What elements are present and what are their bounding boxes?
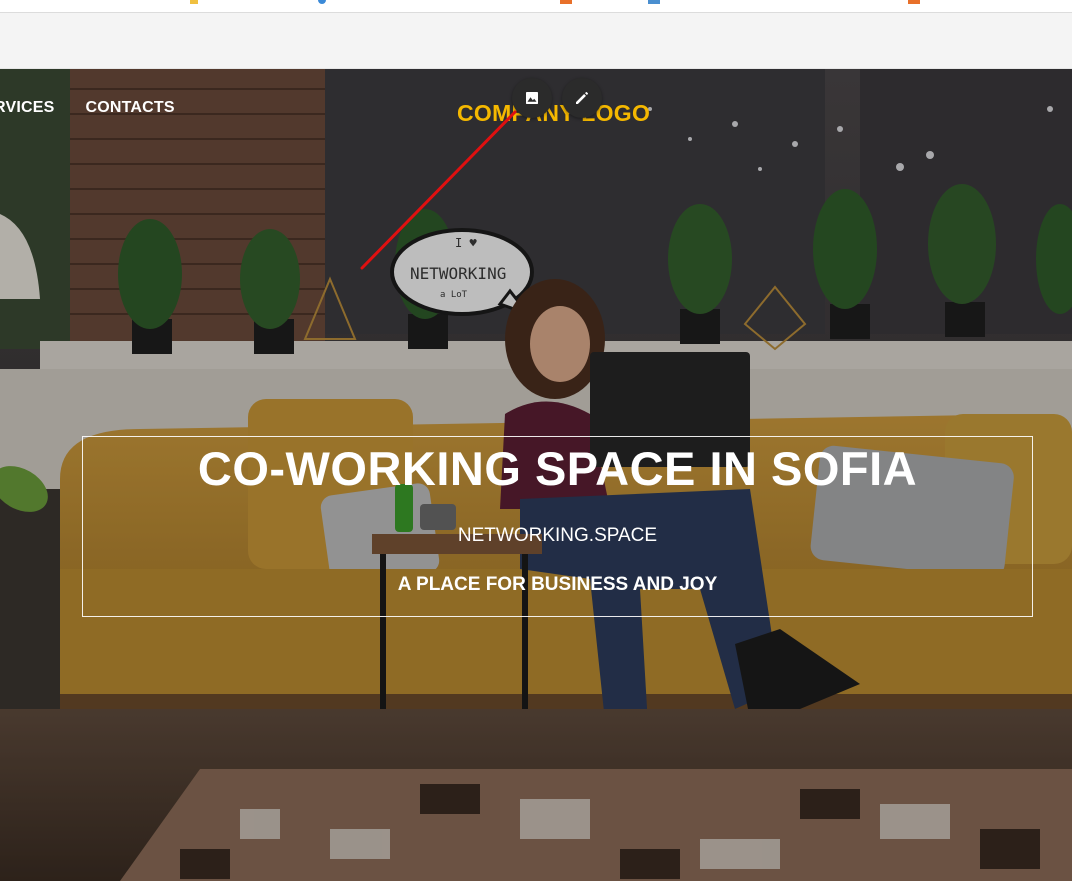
hero-tagline: A PLACE FOR BUSINESS AND JOY <box>397 574 718 595</box>
main-nav: RVICES CONTACTS <box>0 99 175 117</box>
company-logo[interactable]: COMPANY LOGO <box>457 100 650 127</box>
editor-toolbar-band <box>0 13 1072 69</box>
hero-headline: CO-WORKING SPACE IN SOFIA <box>197 442 918 495</box>
tab-icon <box>560 0 572 4</box>
edit-logo-button[interactable] <box>562 78 602 118</box>
browser-top-strip <box>0 0 1072 13</box>
hero-section: I ♥ NETWORKING a LoT RVICES CONTACTS COM… <box>0 69 1072 881</box>
nav-item-contacts[interactable]: CONTACTS <box>85 99 174 117</box>
tab-icon <box>648 0 660 4</box>
image-icon <box>526 92 538 104</box>
tab-icon <box>908 0 920 4</box>
tab-icon <box>190 0 198 4</box>
pencil-icon <box>576 92 588 104</box>
change-image-button[interactable] <box>512 78 552 118</box>
tab-icon <box>318 0 326 4</box>
hero-subtitle: NETWORKING.SPACE <box>457 525 658 546</box>
nav-item-services[interactable]: RVICES <box>0 99 54 117</box>
